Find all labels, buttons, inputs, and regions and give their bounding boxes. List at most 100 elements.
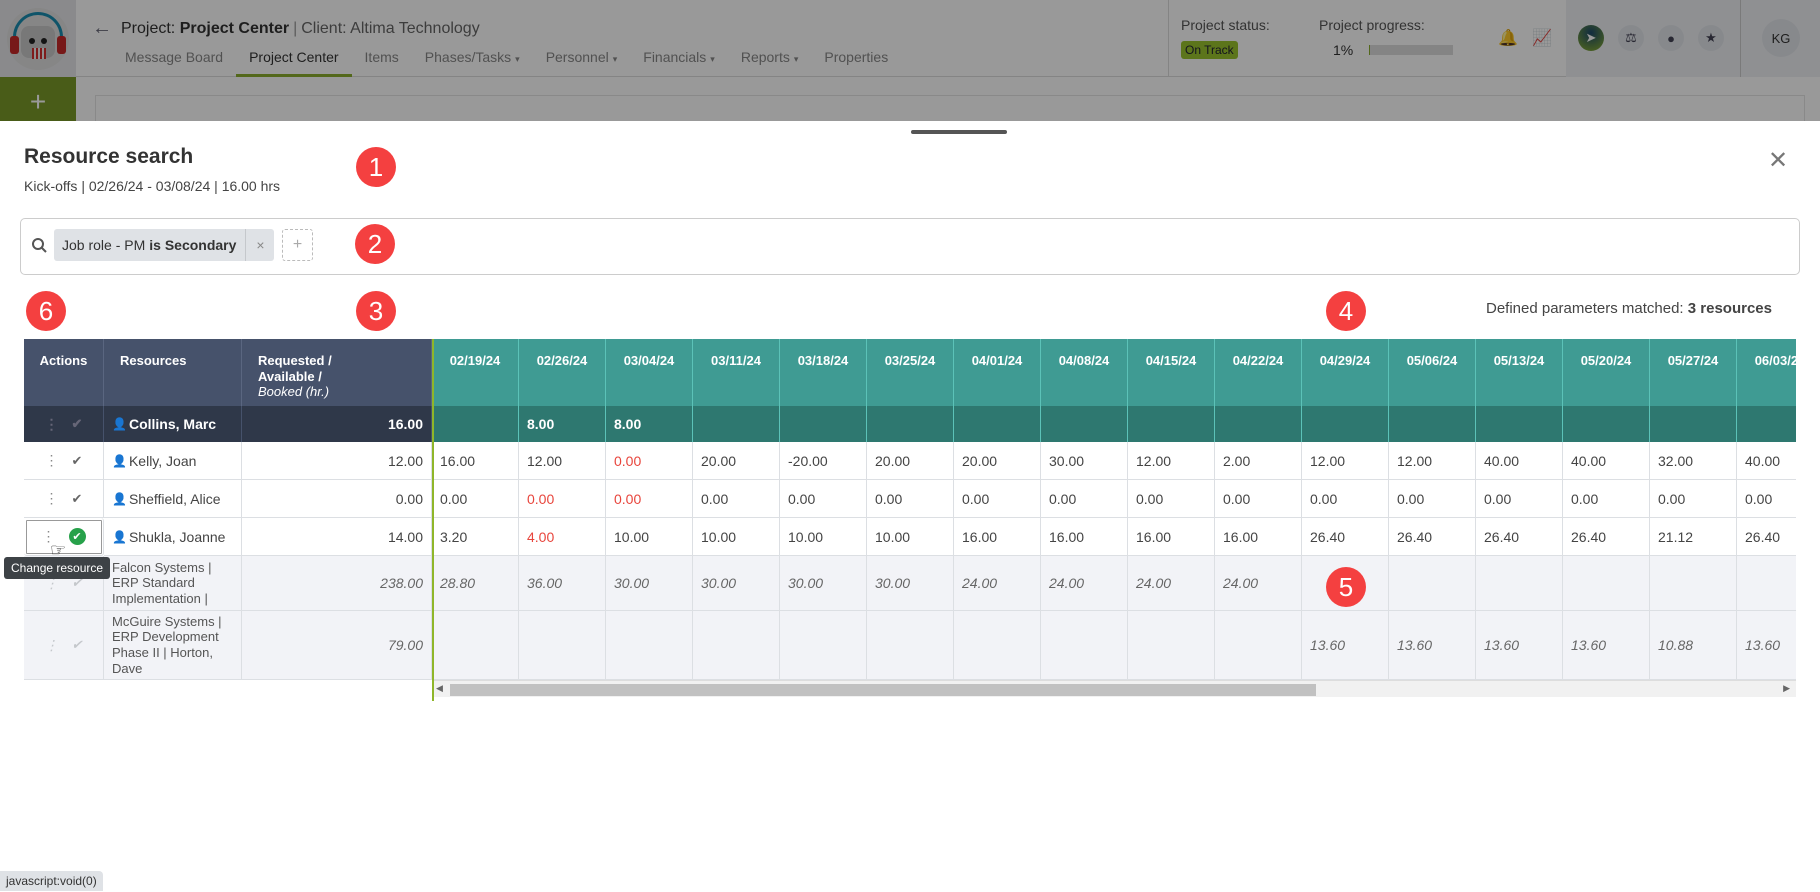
resource-name-cell[interactable]: Falcon Systems | ERP Standard Implementa…: [104, 556, 242, 611]
column-header-actions[interactable]: Actions: [24, 339, 104, 406]
column-header-date[interactable]: 03/11/24: [693, 339, 780, 406]
hours-cell[interactable]: 0.00: [1128, 480, 1215, 518]
hours-cell[interactable]: 0.00: [1389, 480, 1476, 518]
hours-cell[interactable]: 26.40: [1389, 518, 1476, 556]
hours-cell[interactable]: 16.00: [1128, 518, 1215, 556]
more-vertical-icon[interactable]: ⋮: [45, 452, 59, 469]
check-icon[interactable]: ✔: [72, 491, 83, 507]
selected-check-icon[interactable]: ✔: [68, 528, 86, 545]
hours-cell[interactable]: [432, 611, 519, 680]
hours-cell[interactable]: 0.00: [780, 480, 867, 518]
hours-cell[interactable]: 12.00: [519, 442, 606, 480]
hours-cell[interactable]: 0.00: [1302, 480, 1389, 518]
hours-cell[interactable]: 0.00: [867, 480, 954, 518]
hours-cell[interactable]: 0.00: [1215, 480, 1302, 518]
hours-cell[interactable]: 40.00: [1476, 442, 1563, 480]
check-icon[interactable]: ✔: [72, 453, 83, 469]
hours-cell[interactable]: 0.00: [432, 480, 519, 518]
hours-cell[interactable]: 16.00: [1041, 518, 1128, 556]
hours-cell[interactable]: 13.60: [1737, 611, 1796, 680]
hours-cell[interactable]: 36.00: [519, 556, 606, 611]
booking-row[interactable]: ⋮ ✔ McGuire Systems | ERP Development Phas…: [24, 611, 432, 680]
column-header-date[interactable]: 05/13/24: [1476, 339, 1563, 406]
add-filter-button[interactable]: +: [282, 229, 313, 261]
hours-cell[interactable]: 30.00: [606, 556, 693, 611]
hours-cell[interactable]: 12.00: [1389, 442, 1476, 480]
hours-cell[interactable]: 8.00: [519, 406, 606, 442]
column-header-requested[interactable]: Requested / Available / Booked (hr.): [242, 339, 432, 406]
resource-name-cell[interactable]: 👤 Shukla, Joanne: [104, 518, 242, 556]
hours-cell[interactable]: [606, 611, 693, 680]
hours-cell[interactable]: [693, 406, 780, 442]
hours-cell[interactable]: [954, 406, 1041, 442]
column-header-date[interactable]: 05/06/24: [1389, 339, 1476, 406]
column-header-date[interactable]: 05/27/24: [1650, 339, 1737, 406]
more-vertical-icon[interactable]: ⋮: [45, 637, 59, 654]
hours-cell[interactable]: 10.00: [693, 518, 780, 556]
resource-row[interactable]: ⋮ ✔ 👤 Sheffield, Alice 0.00: [24, 480, 432, 518]
scroll-left-arrow-icon[interactable]: ◀: [436, 683, 443, 694]
hours-cell[interactable]: 0.00: [693, 480, 780, 518]
close-icon[interactable]: ✕: [1768, 149, 1788, 173]
hours-cell[interactable]: 0.00: [1041, 480, 1128, 518]
hours-cell[interactable]: 16.00: [1215, 518, 1302, 556]
column-header-date[interactable]: 03/04/24: [606, 339, 693, 406]
hours-cell[interactable]: [780, 611, 867, 680]
hours-cell[interactable]: [1476, 556, 1563, 611]
hours-cell[interactable]: 26.40: [1476, 518, 1563, 556]
hours-cell[interactable]: 20.00: [693, 442, 780, 480]
hours-cell[interactable]: 13.60: [1563, 611, 1650, 680]
hours-cell[interactable]: 8.00: [606, 406, 693, 442]
hours-cell[interactable]: 30.00: [867, 556, 954, 611]
column-header-resources[interactable]: Resources: [104, 339, 242, 406]
hours-cell[interactable]: 16.00: [432, 442, 519, 480]
hours-cell[interactable]: [519, 611, 606, 680]
hours-cell[interactable]: [867, 406, 954, 442]
hours-cell[interactable]: 10.00: [606, 518, 693, 556]
remove-filter-icon[interactable]: ×: [246, 237, 274, 253]
resource-name-cell[interactable]: 👤 Collins, Marc: [104, 406, 242, 442]
hours-cell[interactable]: [1563, 406, 1650, 442]
column-header-date[interactable]: 04/08/24: [1041, 339, 1128, 406]
hours-cell[interactable]: 26.40: [1563, 518, 1650, 556]
hours-cell[interactable]: 24.00: [954, 556, 1041, 611]
hours-cell[interactable]: 40.00: [1737, 442, 1796, 480]
hours-cell[interactable]: [1389, 556, 1476, 611]
hours-cell[interactable]: [780, 406, 867, 442]
hours-cell[interactable]: 26.40: [1302, 518, 1389, 556]
hours-cell[interactable]: 0.00: [1476, 480, 1563, 518]
hours-cell[interactable]: [1041, 611, 1128, 680]
hours-cell[interactable]: [1563, 556, 1650, 611]
hours-cell[interactable]: 0.00: [954, 480, 1041, 518]
requested-row[interactable]: ⋮ ✔ 👤 Collins, Marc 16.00: [24, 406, 432, 442]
hours-cell[interactable]: 16.00: [954, 518, 1041, 556]
resource-name-cell[interactable]: 👤 Kelly, Joan: [104, 442, 242, 480]
scrollbar-thumb[interactable]: [450, 684, 1316, 696]
hours-cell[interactable]: [1476, 406, 1563, 442]
more-vertical-icon[interactable]: ⋮: [45, 416, 59, 433]
hours-cell[interactable]: [954, 611, 1041, 680]
resource-name-cell[interactable]: 👤 Sheffield, Alice: [104, 480, 242, 518]
hours-cell[interactable]: 10.00: [867, 518, 954, 556]
hours-cell[interactable]: 0.00: [1737, 480, 1796, 518]
hours-cell[interactable]: 28.80: [432, 556, 519, 611]
horizontal-scrollbar[interactable]: ◀ ▶: [432, 680, 1796, 697]
hours-cell[interactable]: 20.00: [954, 442, 1041, 480]
hours-cell[interactable]: [1215, 406, 1302, 442]
column-header-date[interactable]: 03/25/24: [867, 339, 954, 406]
hours-cell[interactable]: [1389, 406, 1476, 442]
resource-name-cell[interactable]: McGuire Systems | ERP Development Phase …: [104, 611, 242, 680]
column-header-date[interactable]: 05/20/24: [1563, 339, 1650, 406]
hours-cell[interactable]: 21.12: [1650, 518, 1737, 556]
resource-row[interactable]: ⋮ ✔ 👤 Kelly, Joan 12.00: [24, 442, 432, 480]
hours-cell[interactable]: 12.00: [1128, 442, 1215, 480]
hours-cell[interactable]: [1128, 406, 1215, 442]
hours-cell[interactable]: -20.00: [780, 442, 867, 480]
modal-overlay[interactable]: [0, 0, 1820, 121]
hours-cell[interactable]: [1650, 406, 1737, 442]
hours-cell[interactable]: 0.00: [606, 442, 693, 480]
column-header-date[interactable]: 06/03/24: [1737, 339, 1796, 406]
column-header-date[interactable]: 04/01/24: [954, 339, 1041, 406]
column-header-date[interactable]: 02/26/24: [519, 339, 606, 406]
hours-cell[interactable]: 30.00: [693, 556, 780, 611]
